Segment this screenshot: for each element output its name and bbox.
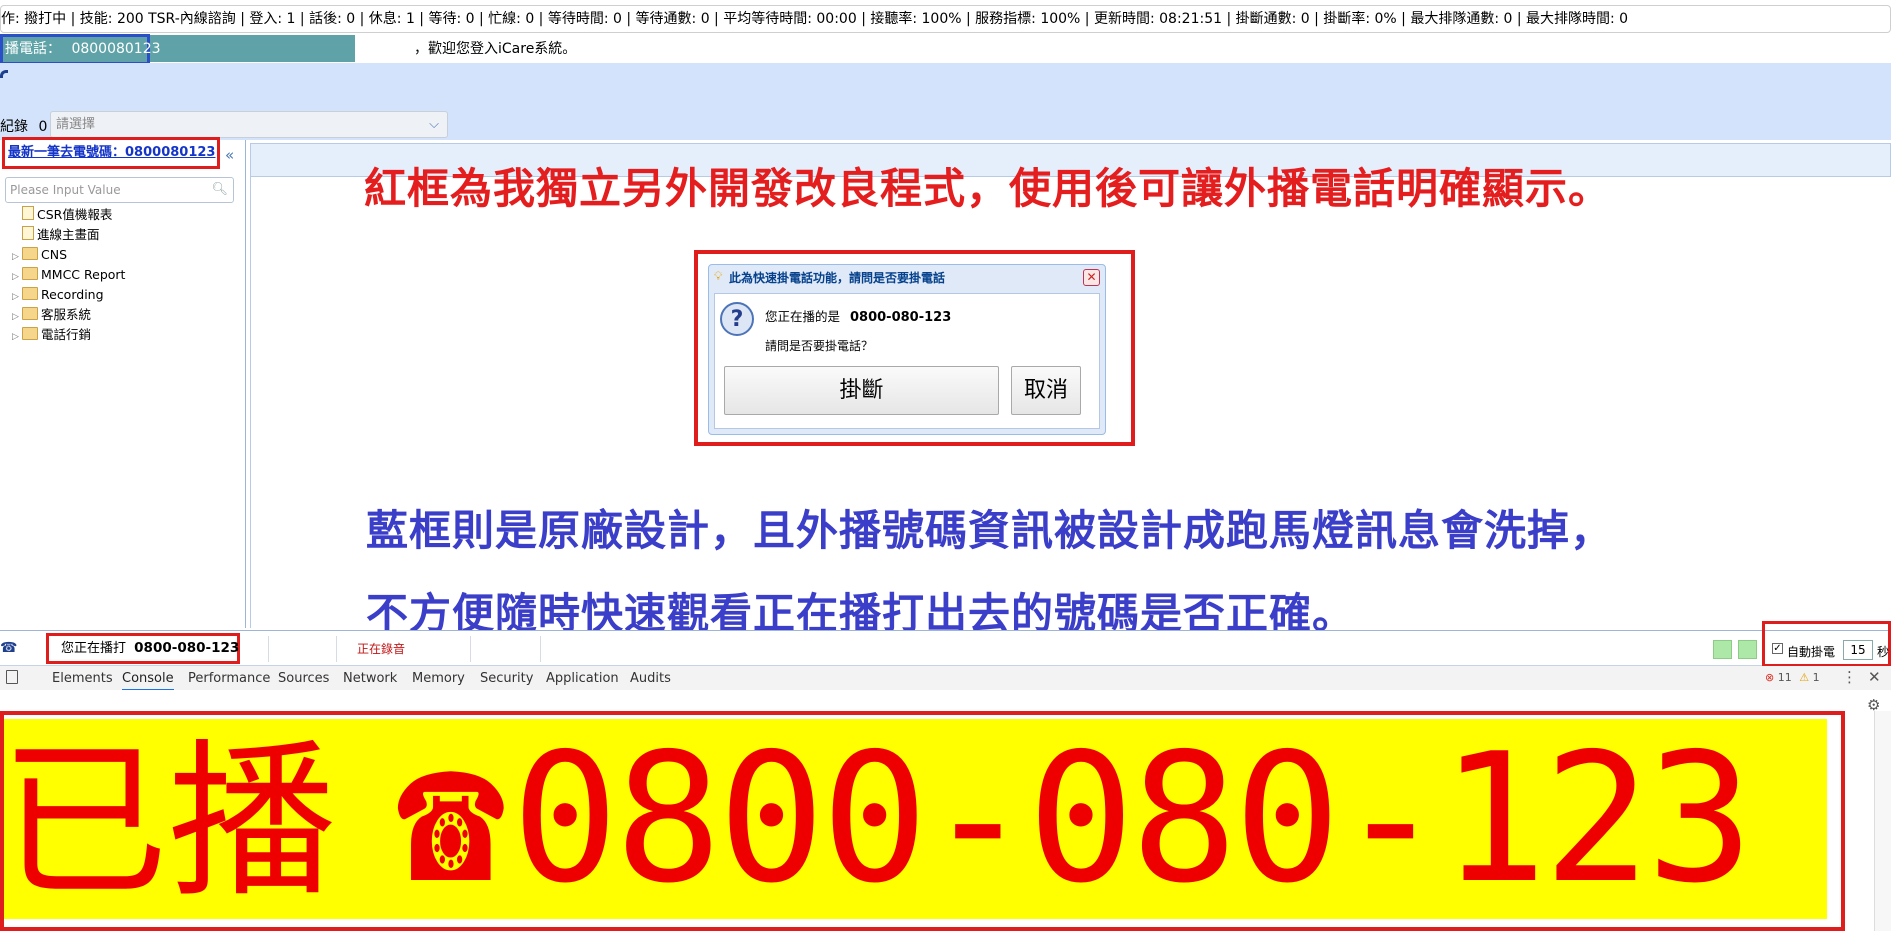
tree-item-inbound-main[interactable]: 進線主畫面 [12,226,100,244]
phone-label: 播電話： [5,41,61,57]
expand-arrow-icon[interactable]: ▷ [12,268,22,286]
tab-memory[interactable]: Memory [412,669,465,689]
tab-performance[interactable]: Performance [188,669,270,689]
folder-icon [22,267,38,280]
close-icon[interactable]: ✕ [1083,269,1100,286]
auto-hangup-checkbox[interactable]: ✓ [1772,643,1783,654]
console-counts[interactable]: ⊗ 11 ⚠ 1 [1765,671,1820,684]
banner-number: 0800-080-123 [511,715,1754,922]
tab-application[interactable]: Application [546,669,619,689]
record-label-text: 紀錄 [0,119,28,135]
dialog-message-prefix: 您正在播的是 [765,309,841,324]
dialog-title: 此為快速掛電話功能，請問是否要掛電話 [729,271,946,285]
error-count: 11 [1777,671,1792,684]
record-select-placeholder: 請選擇 [56,117,96,132]
tree-item-label: CSR值機報表 [37,207,113,222]
dialog-question: 請問是否要掛電話？ [765,339,874,353]
expand-arrow-icon[interactable]: ▷ [12,308,22,326]
tree-item-label: MMCC Report [41,267,126,282]
tree-item-label: 電話行銷 [41,327,92,342]
divider [540,636,541,662]
tree-search-placeholder: Please Input Value [10,183,121,197]
folder-icon [22,247,38,260]
record-count: 0 [38,119,48,135]
dialog-message: 您正在播的是 0800-080-123 [765,306,951,325]
folder-icon [22,307,38,320]
tab-sources[interactable]: Sources [278,669,329,689]
console-filter-row [0,690,1891,710]
blue-annotation-line1: 藍框則是原廠設計，且外播號碼資訊被設計成跑馬燈訊息會洗掉， [366,506,1614,555]
tree-item-label: Recording [41,287,104,302]
phone-number: 0800080123 [71,41,161,57]
more-options-icon[interactable]: ⋮ [1842,668,1857,686]
chevron-down-icon: ⌵ [429,117,439,132]
question-icon: ? [720,302,754,336]
scrollbar[interactable] [1874,711,1891,931]
search-icon[interactable]: 🔍︎ [211,178,228,202]
status-light [1713,640,1732,659]
auto-hangup-label: 自動掛電 [1787,645,1836,659]
tab-network[interactable]: Network [343,669,397,689]
status-line: 作: 撥打中 | 技能: 200 TSR-內線諮詢 | 登入: 1 | 話後: … [0,5,1891,33]
dialing-number: 0800-080-123 [134,640,240,656]
tab-console[interactable]: Console [122,669,174,691]
tree-item-recording[interactable]: ▷ Recording [12,286,104,306]
tree-item-cns[interactable]: ▷ CNS [12,246,67,266]
tab-audits[interactable]: Audits [630,669,671,689]
dialing-prefix: 您正在播打 [61,641,127,656]
warning-icon: ⚠ [1799,671,1810,684]
divider [470,636,471,662]
recording-status: 正在錄音 [357,642,406,656]
tree-item-mmcc-report[interactable]: ▷ MMCC Report [12,266,125,286]
last-dialed-number: 0800080123 [125,145,216,160]
warning-count: 1 [1812,671,1820,684]
document-icon [22,226,34,240]
divider [268,636,269,662]
banner-text: 已播 ☎0800-080-123 [0,715,1754,922]
telephone-icon: ☎ [396,711,506,923]
red-annotation: 紅框為我獨立另外開發改良程式，使用後可讓外播電話明確顯示。 [364,164,1612,213]
tree-search-input[interactable]: Please Input Value 🔍︎ [5,177,234,203]
tree-item-csr-report[interactable]: CSR值機報表 [12,206,112,224]
document-icon [22,206,34,220]
device-toolbar-icon[interactable] [6,670,18,684]
marquee-phone-box: 播電話： 0800080123 [0,34,161,65]
tab-security[interactable]: Security [480,669,533,689]
tree-item-label: CNS [41,247,68,262]
error-icon: ⊗ [1765,671,1775,684]
tab-elements[interactable]: Elements [52,669,113,689]
banner-prefix: 已播 [0,724,336,920]
last-dialed-label: 最新一筆去電號碼： [8,145,126,160]
tree-item-service-system[interactable]: ▷ 客服系統 [12,306,91,326]
tree-item-telemarketing[interactable]: ▷ 電話行銷 [12,326,91,346]
folder-icon [22,287,38,300]
tree-item-label: 進線主畫面 [37,227,100,242]
phone-handset-icon: ☎ [0,640,18,656]
dialog-message-number: 0800-080-123 [850,310,952,325]
expand-arrow-icon[interactable]: ▷ [12,288,22,306]
status-light [1738,640,1757,659]
expand-arrow-icon[interactable]: ▷ [12,328,22,346]
dialing-status: 您正在播打 0800-080-123 [46,633,240,664]
last-dialed-number-link[interactable]: 最新一筆去電號碼：0800080123 [2,137,220,169]
record-select[interactable]: 請選擇 ⌵ [50,111,448,138]
folder-icon [22,327,38,340]
phone-handset-icon[interactable] [0,70,8,78]
call-status-strip [0,630,1891,666]
divider [336,636,337,662]
record-label: 紀錄 0 [0,116,47,136]
welcome-text: ，歡迎您登入iCare系統。 [414,41,577,57]
tree-item-label: 客服系統 [41,307,92,322]
expand-arrow-icon[interactable]: ▷ [12,248,22,266]
cancel-button[interactable]: 取消 [1011,366,1081,415]
lightbulb-icon: 💡︎ [714,269,723,283]
seconds-unit: 秒 [1877,645,1890,659]
close-icon[interactable]: ✕ [1868,668,1881,686]
hangup-button[interactable]: 掛斷 [724,366,999,415]
collapse-panel-icon[interactable]: « [225,146,234,164]
auto-hangup-seconds-input[interactable]: 15 [1843,640,1873,660]
